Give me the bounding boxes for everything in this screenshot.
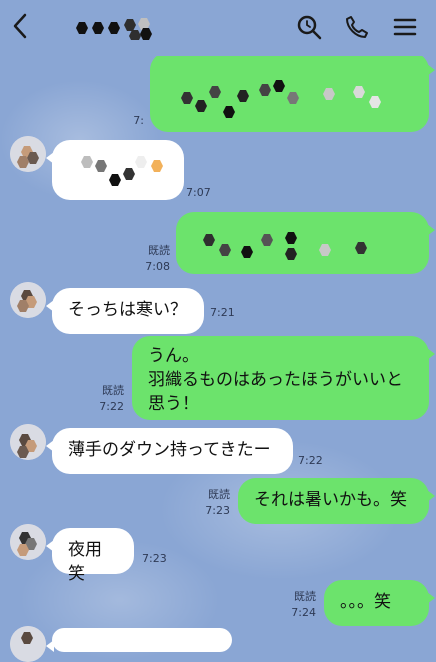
- redaction-mosaic: [181, 80, 381, 118]
- read-receipt: 既読: [148, 244, 170, 257]
- message-time: 7:08: [145, 260, 170, 273]
- message-time: 7:21: [210, 306, 235, 319]
- message-bubble[interactable]: 夜用笑: [46, 528, 134, 584]
- menu-icon[interactable]: [392, 14, 418, 40]
- chevron-left-icon[interactable]: [10, 12, 34, 40]
- message-bubble-redacted[interactable]: [150, 52, 435, 132]
- read-receipt: 既読: [294, 590, 316, 603]
- message-text-line: 羽織るものはあったほうがいいと: [148, 370, 403, 390]
- message-time: 7:22: [99, 400, 124, 413]
- message-time: 7:24: [291, 606, 316, 619]
- message-time: 7:07: [186, 186, 211, 199]
- redaction-mosaic: [81, 156, 163, 186]
- avatar[interactable]: [10, 626, 46, 662]
- message-time: 7:: [133, 114, 144, 127]
- avatar[interactable]: [10, 136, 46, 172]
- message-bubble-partial[interactable]: [46, 628, 232, 652]
- message-bubble-redacted[interactable]: [176, 212, 435, 274]
- chat-header: [0, 0, 436, 56]
- message-time: 7:23: [205, 504, 230, 517]
- read-receipt: 既読: [208, 488, 230, 501]
- message-text-line: うん。: [148, 346, 199, 366]
- avatar[interactable]: [10, 282, 46, 318]
- redaction-mosaic: [203, 232, 367, 260]
- message-text-line: 思う！: [148, 394, 199, 414]
- search-icon[interactable]: [296, 14, 322, 40]
- message-time: 7:23: [142, 552, 167, 565]
- read-receipt: 既読: [102, 384, 124, 397]
- chat-title-redacted: [72, 16, 162, 42]
- message-bubble[interactable]: そっちは寒い？: [46, 288, 204, 334]
- message-bubble-redacted[interactable]: [46, 140, 184, 200]
- message-bubble[interactable]: うん。 羽織るものはあったほうがいいと 思う！: [132, 336, 435, 420]
- message-bubble[interactable]: 薄手のダウン持ってきたー: [46, 428, 293, 474]
- message-time: 7:22: [298, 454, 323, 467]
- message-bubble[interactable]: 。。。笑: [324, 580, 435, 626]
- phone-icon[interactable]: [344, 14, 370, 40]
- avatar[interactable]: [10, 424, 46, 460]
- avatar[interactable]: [10, 524, 46, 560]
- message-bubble[interactable]: それは暑いかも。笑: [238, 478, 435, 524]
